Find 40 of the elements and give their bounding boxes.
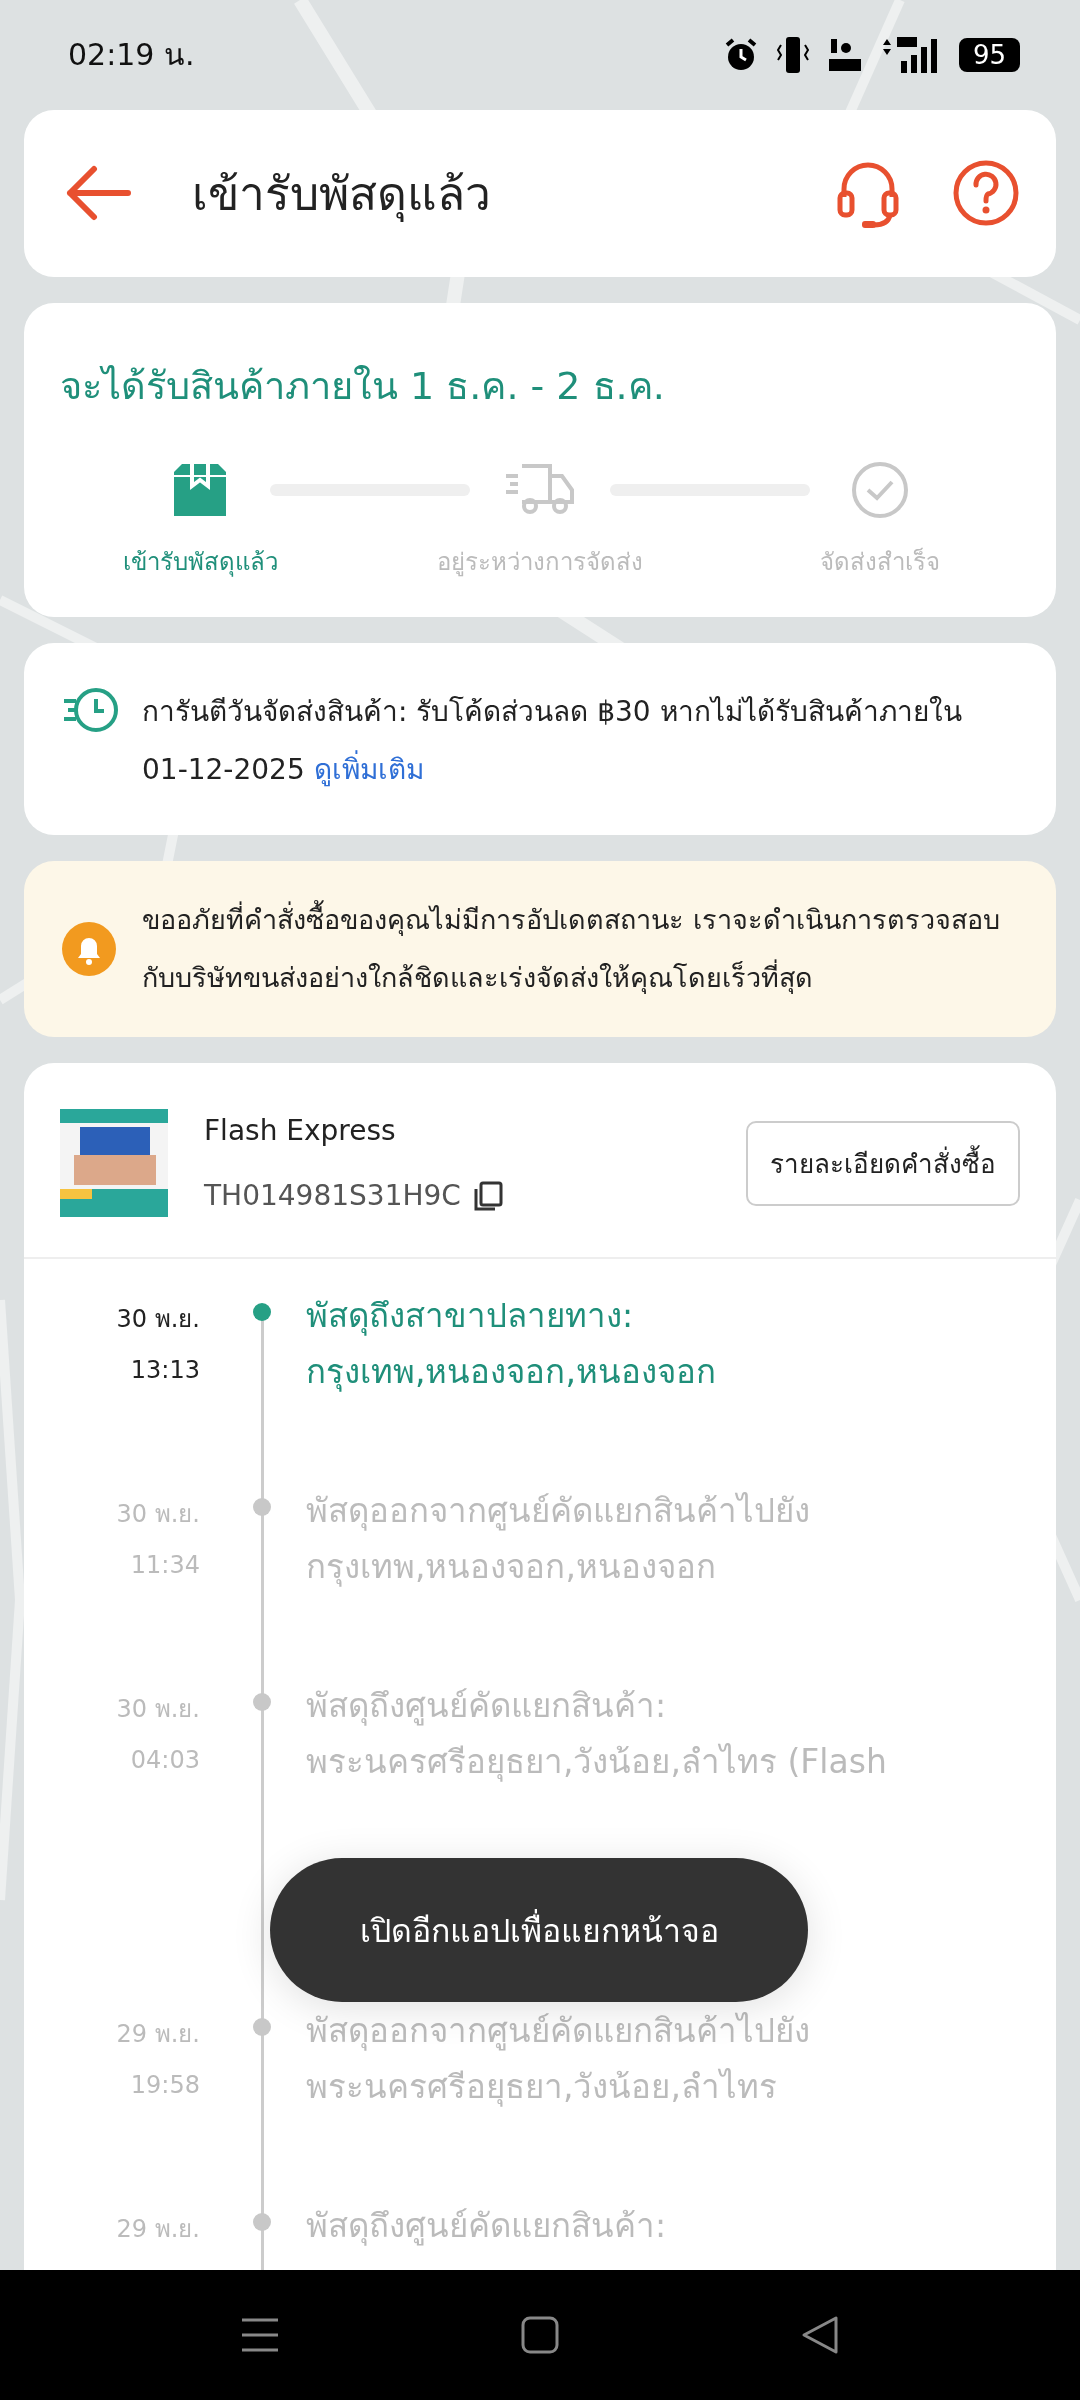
- event-date: 30 พ.ย.: [116, 1499, 200, 1530]
- event-date: 29 พ.ย.: [116, 2019, 200, 2050]
- event-description: พัสดุถึงสาขาปลายทาง:: [306, 1295, 635, 1338]
- event-time: 11:34: [130, 1551, 200, 1579]
- menu-icon[interactable]: [240, 2317, 280, 2353]
- event-date: 30 พ.ย.: [116, 1304, 200, 1335]
- battery-indicator: 95: [958, 37, 1020, 72]
- event-description: กรุงเทพ,หนองจอก,หนองจอก: [306, 1351, 716, 1394]
- event-description: พัสดุออกจากศูนย์คัดแยกสินค้าไปยัง: [306, 2010, 810, 2053]
- delivery-estimate: จะได้รับสินค้าภายใน 1 ธ.ค. - 2 ธ.ค.: [60, 363, 666, 410]
- copy-icon[interactable]: [472, 1180, 503, 1211]
- event-description: พระนครศรีอยุธยา,วังน้อย,ลำไทร: [306, 2066, 778, 2109]
- page-title: เข้ารับพัสดุแล้ว: [192, 165, 492, 224]
- help-icon[interactable]: [952, 159, 1020, 228]
- guarantee-text: การันตีวันจัดส่งสินค้า: รับโค้ดส่วนลด ฿30 หากไม่ได้รับสินค้าภายใน 01-12-2025 ดูเพิ่มเติม: [142, 694, 963, 789]
- event-description: กรุงเทพ,หนองจอก,หนองจอก: [306, 1546, 717, 1589]
- vibrate-icon: [774, 34, 811, 75]
- event-description: พระนครศรีอยุธยา,วังน้อย,ลำไทร (Flash: [306, 1741, 887, 1784]
- event-time: 13:13: [130, 1356, 200, 1384]
- tracking-number: TH014981S31H9C: [204, 1179, 461, 1212]
- event-description: พัสดุถึงศูนย์คัดแยกสินค้า:: [306, 2205, 667, 2248]
- bell-icon: [62, 922, 116, 976]
- event-date: 30 พ.ย.: [116, 1694, 200, 1725]
- event-description: พัสดุออกจากศูนย์คัดแยกสินค้าไปยัง: [306, 1490, 810, 1533]
- back-arrow-icon[interactable]: [64, 165, 132, 222]
- event-description: พัสดุถึงศูนย์คัดแยกสินค้า:: [306, 1685, 668, 1728]
- step-label: จัดส่งสำเร็จ: [820, 546, 940, 578]
- home-icon[interactable]: [520, 2315, 560, 2355]
- status-time: 02:19 น.: [68, 36, 195, 75]
- order-details-button[interactable]: รายละเอียดคำสั่งซื้อ: [746, 1120, 1020, 1206]
- event-time: 19:58: [130, 2071, 200, 2099]
- step-label: เข้ารับพัสดุแล้ว: [122, 547, 278, 579]
- fast-clock-icon: [62, 687, 120, 733]
- back-icon[interactable]: [800, 2315, 840, 2355]
- toast-message: เปิดอีกแอปเพื่อแยกหน้าจอ: [270, 1858, 808, 2002]
- carrier-name: Flash Express: [204, 1114, 397, 1147]
- event-time: 04:03: [130, 1746, 200, 1774]
- event-date: 29 พ.ย.: [116, 2214, 200, 2245]
- step-label: อยู่ระหว่างการจัดส่ง: [437, 547, 643, 579]
- notice-text: ขออภัยที่คำสั่งซื้อของคุณไม่มีการอัปเดตสถานะ เราจะดำเนินการตรวจสอบกับบริษัทขนส่งอย่างใกล้ชิดและเร่งจัดส่งให้คุณโดยเร็วที่สุด: [142, 891, 1020, 1007]
